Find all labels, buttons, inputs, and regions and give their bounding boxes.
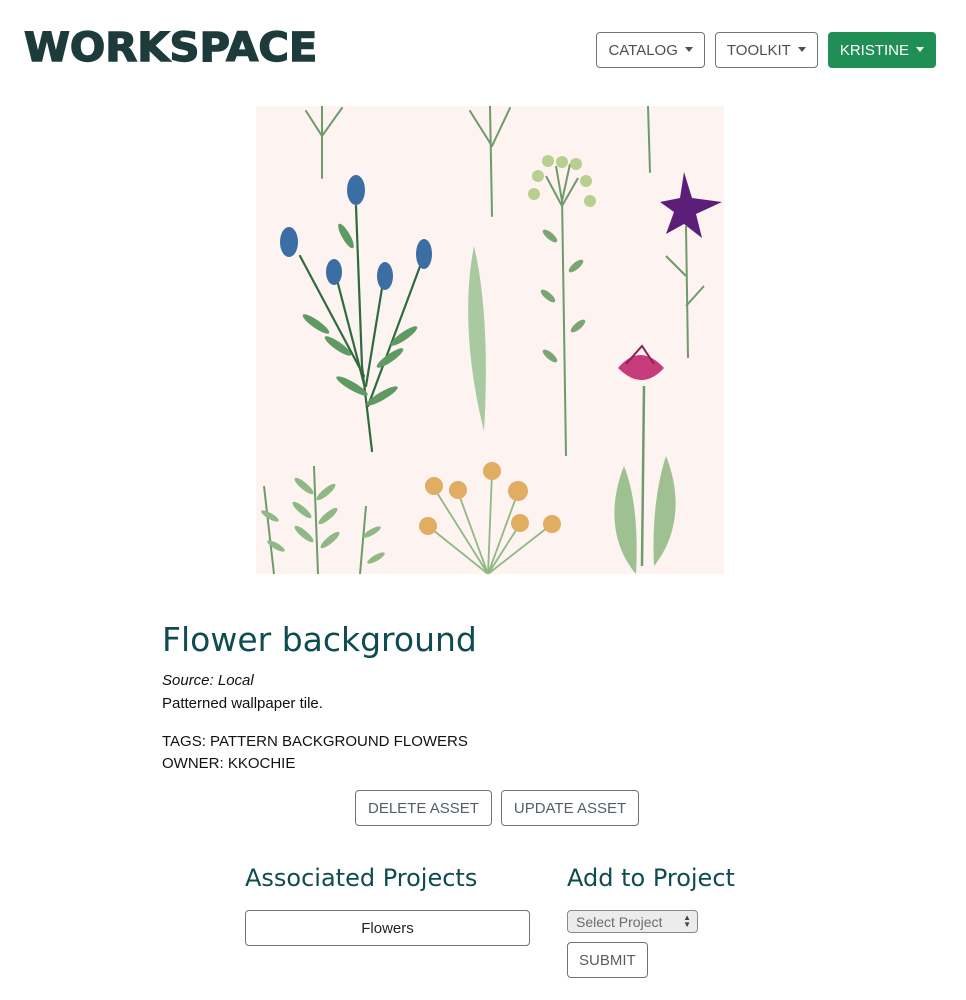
asset-title: Flower background — [162, 620, 477, 659]
add-to-project-heading: Add to Project — [567, 864, 735, 892]
asset-page: WORKSPACE CATALOG TOOLKIT KRISTINE Flowe… — [0, 0, 966, 1000]
project-select[interactable]: Select Project ▲ ▼ — [567, 910, 698, 933]
asset-actions: DELETE ASSET UPDATE ASSET — [355, 790, 640, 826]
user-label: KRISTINE — [839, 41, 909, 59]
caret-down-icon — [916, 46, 924, 52]
toolkit-label: TOOLKIT — [726, 41, 791, 59]
user-menu-dropdown[interactable]: KRISTINE — [827, 32, 936, 68]
project-item-flowers[interactable]: Flowers — [245, 910, 530, 946]
asset-owner: OWNER: KKOCHIE — [162, 755, 296, 772]
toolkit-dropdown[interactable]: TOOLKIT — [714, 32, 818, 68]
asset-description: Patterned wallpaper tile. — [162, 695, 323, 712]
top-nav: CATALOG TOOLKIT KRISTINE — [596, 32, 936, 68]
select-arrows-icon: ▲ ▼ — [683, 913, 691, 929]
asset-image — [256, 106, 724, 574]
caret-down-icon — [684, 46, 693, 52]
project-select-value: Select Project — [576, 913, 663, 930]
caret-down-icon — [797, 46, 806, 52]
asset-source: Source: Local — [162, 672, 254, 689]
update-asset-button[interactable]: UPDATE ASSET — [500, 790, 640, 826]
brand-logo[interactable]: WORKSPACE — [23, 25, 318, 70]
catalog-label: CATALOG — [608, 41, 678, 59]
associated-projects-heading: Associated Projects — [245, 864, 478, 892]
asset-tags: TAGS: PATTERN BACKGROUND FLOWERS — [162, 733, 468, 750]
submit-button[interactable]: SUBMIT — [567, 942, 648, 978]
delete-asset-button[interactable]: DELETE ASSET — [355, 790, 492, 826]
catalog-dropdown[interactable]: CATALOG — [596, 32, 705, 68]
